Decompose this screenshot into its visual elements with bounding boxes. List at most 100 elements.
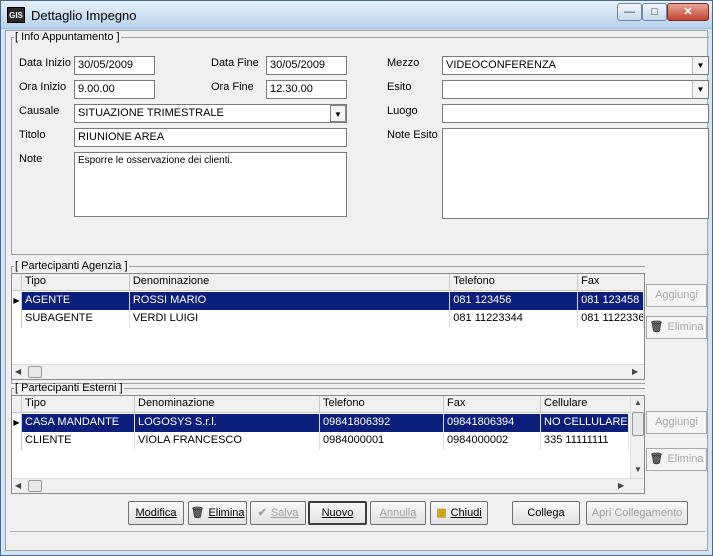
partecipanti-esterni-grid[interactable]: Tipo Denominazione Telefono Fax Cellular… <box>11 395 645 494</box>
table-cell: 09841806392 <box>320 414 444 432</box>
row-pointer-icon: ▶ <box>12 414 22 432</box>
ora-inizio-label: Ora Inizio <box>19 81 67 93</box>
column-header[interactable]: Tipo <box>22 274 130 290</box>
agenzia-elimina-label: Elimina <box>667 321 704 333</box>
table-cell: 0984000001 <box>320 432 444 450</box>
scroll-right-icon[interactable]: ▶ <box>632 367 638 376</box>
chevron-down-icon[interactable]: ▼ <box>330 105 346 122</box>
modifica-button[interactable]: Modifica <box>128 501 184 525</box>
close-button[interactable]: ✕ <box>667 3 709 21</box>
data-fine-label: Data Fine <box>211 57 259 69</box>
maximize-icon: □ <box>651 6 658 18</box>
titolo-field[interactable]: RIUNIONE AREA <box>74 128 347 147</box>
table-cell: VERDI LUIGI <box>130 310 451 328</box>
table-cell: NO CELLULARE <box>541 414 629 432</box>
table-cell: VIOLA FRANCESCO <box>135 432 320 450</box>
status-bar <box>10 531 705 549</box>
annulla-button[interactable]: Annulla <box>370 501 426 525</box>
data-inizio-field[interactable]: 30/05/2009 <box>74 56 155 75</box>
horizontal-scrollbar[interactable]: ◀ ▶ <box>12 478 644 493</box>
data-inizio-label: Data Inizio <box>19 57 71 69</box>
nuovo-button[interactable]: Nuovo <box>308 501 367 525</box>
ora-fine-label: Ora Fine <box>211 81 254 93</box>
table-row[interactable]: SUBAGENTE VERDI LUIGI 081 11223344 081 1… <box>12 310 644 328</box>
form-client-area: [ Info Appuntamento ] Data Inizio 30/05/… <box>5 30 709 551</box>
column-header[interactable]: Fax <box>444 396 541 412</box>
elimina-label: Elimina <box>208 507 245 519</box>
mezzo-value: VIDEOCONFERENZA <box>446 59 557 71</box>
mezzo-label: Mezzo <box>387 57 420 69</box>
chiudi-button[interactable]: ▦ Chiudi <box>430 501 488 525</box>
table-cell: CLIENTE <box>22 432 135 450</box>
titolo-label: Titolo <box>19 129 46 141</box>
column-header[interactable]: Telefono <box>320 396 444 412</box>
scroll-up-icon[interactable]: ▲ <box>634 398 642 407</box>
table-cell: 081 123458 <box>578 292 644 310</box>
table-row[interactable]: ▶ AGENTE ROSSI MARIO 081 123456 081 1234… <box>12 292 644 310</box>
annulla-label: Annulla <box>379 507 417 519</box>
table-cell: SUBAGENTE <box>22 310 130 328</box>
ora-inizio-field[interactable]: 9.00.00 <box>74 80 155 99</box>
agenzia-aggiungi-button[interactable]: Aggiungi <box>646 284 707 307</box>
table-cell: AGENTE <box>22 292 130 310</box>
esterni-elimina-button[interactable]: 🗑 Elimina <box>646 448 707 471</box>
table-cell: LOGOSYS S.r.l. <box>135 414 320 432</box>
column-header[interactable]: Telefono <box>450 274 579 290</box>
scrollbar-thumb[interactable] <box>28 366 42 378</box>
vertical-scrollbar[interactable]: ▲ ▼ <box>630 396 644 478</box>
agenzia-elimina-button[interactable]: 🗑 Elimina <box>646 316 707 339</box>
close-icon: ✕ <box>683 6 693 18</box>
column-header[interactable]: Fax <box>578 274 644 290</box>
table-row[interactable]: CLIENTE VIOLA FRANCESCO 0984000001 09840… <box>12 432 644 450</box>
column-header[interactable]: Tipo <box>22 396 135 412</box>
esito-select[interactable]: ▼ <box>442 80 709 99</box>
info-appuntamento-legend: [ Info Appuntamento ] <box>15 31 120 43</box>
partecipanti-esterni-legend: [ Partecipanti Esterni ] <box>15 382 123 394</box>
nuovo-label: Nuovo <box>321 507 354 519</box>
data-fine-field[interactable]: 30/05/2009 <box>266 56 347 75</box>
esito-label: Esito <box>387 81 412 93</box>
table-cell: 0984000002 <box>444 432 541 450</box>
note-esito-textarea[interactable] <box>442 128 709 219</box>
ora-fine-field[interactable]: 12.30.00 <box>266 80 347 99</box>
column-header[interactable]: Cellulare <box>541 396 629 412</box>
note-esito-label: Note Esito <box>387 129 438 141</box>
column-header[interactable]: Denominazione <box>130 274 451 290</box>
scroll-down-icon[interactable]: ▼ <box>634 465 642 474</box>
causale-select[interactable]: SITUAZIONE TRIMESTRALE ▼ <box>74 104 347 123</box>
scroll-left-icon[interactable]: ◀ <box>15 367 21 376</box>
scrollbar-thumb[interactable] <box>28 480 42 492</box>
title-bar[interactable]: GIS Dettaglio Impegno — □ ✕ <box>1 1 712 29</box>
table-cell: CASA MANDANTE <box>22 414 135 432</box>
table-cell: ROSSI MARIO <box>129 292 451 310</box>
scroll-left-icon[interactable]: ◀ <box>15 481 21 490</box>
partecipanti-agenzia-grid[interactable]: Tipo Denominazione Telefono Fax ▶ AGENTE… <box>11 273 645 380</box>
chiudi-label: Chiudi <box>450 507 482 519</box>
table-row[interactable]: ▶ CASA MANDANTE LOGOSYS S.r.l. 098418063… <box>12 414 644 432</box>
mezzo-select[interactable]: VIDEOCONFERENZA ▼ <box>442 56 709 75</box>
checkmark-icon: ✔ <box>257 507 267 519</box>
chevron-down-icon[interactable]: ▼ <box>692 81 708 98</box>
luogo-label: Luogo <box>387 105 418 117</box>
collega-button[interactable]: Collega <box>512 501 580 525</box>
chevron-down-icon[interactable]: ▼ <box>692 57 708 74</box>
apri-collegamento-button[interactable]: Apri Collegamento <box>586 501 688 525</box>
table-cell: 09841806394 <box>444 414 541 432</box>
column-header[interactable]: Denominazione <box>135 396 320 412</box>
esterni-aggiungi-button[interactable]: Aggiungi <box>646 411 707 434</box>
note-textarea[interactable]: Esporre le osservazione dei clienti. <box>74 152 347 217</box>
grid-header: Tipo Denominazione Telefono Fax <box>12 274 644 291</box>
minimize-button[interactable]: — <box>617 3 642 21</box>
maximize-button[interactable]: □ <box>642 3 667 21</box>
luogo-field[interactable] <box>442 104 709 123</box>
row-pointer-icon: ▶ <box>12 292 22 310</box>
causale-label: Causale <box>19 105 60 117</box>
scrollbar-thumb[interactable] <box>632 412 644 436</box>
elimina-button[interactable]: 🗑 Elimina <box>188 501 247 525</box>
app-icon: GIS <box>7 7 25 23</box>
door-exit-icon: ▦ <box>436 507 447 519</box>
horizontal-scrollbar[interactable]: ◀ ▶ <box>12 364 644 379</box>
salva-button[interactable]: ✔ Salva <box>250 501 306 525</box>
scroll-right-icon[interactable]: ▶ <box>618 481 624 490</box>
note-label: Note <box>19 153 43 165</box>
